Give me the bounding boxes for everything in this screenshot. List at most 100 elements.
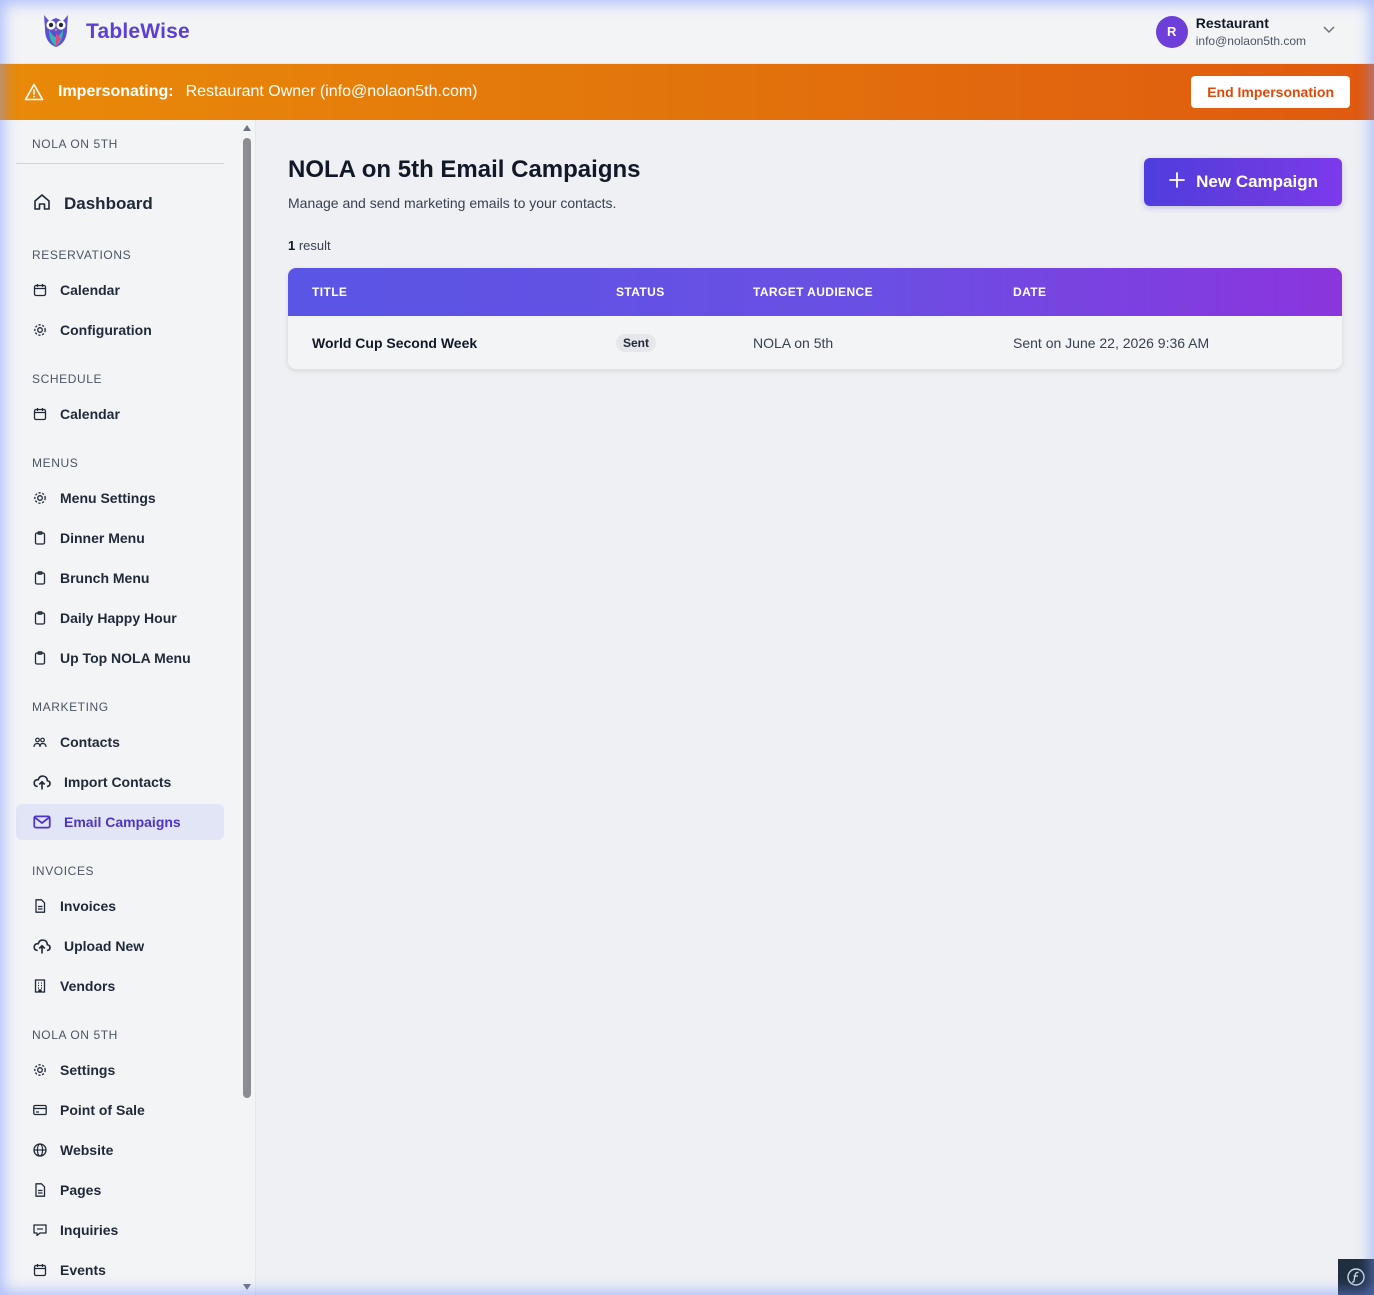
calendar-icon [32,1262,48,1278]
sidebar-item-label: Invoices [60,898,117,914]
campaigns-table: TITLE STATUS TARGET AUDIENCE DATE World … [288,268,1342,369]
sidebar-item-label: Configuration [60,322,152,338]
sidebar-item-vendors[interactable]: Vendors [16,968,224,1004]
clipboard-icon [32,570,48,586]
sidebar-item-dashboard[interactable]: Dashboard [16,184,224,224]
clipboard-icon [32,610,48,626]
brand[interactable]: TableWise [40,9,190,54]
building-icon [32,978,48,994]
sidebar-item-events[interactable]: Events [16,1252,224,1288]
end-impersonation-button[interactable]: End Impersonation [1191,76,1350,108]
sidebar-section-heading: INVOICES [32,864,95,878]
sidebar-item-email-campaigns[interactable]: Email Campaigns [16,804,224,840]
cloud-upload-icon [32,936,52,956]
sidebar-item-website[interactable]: Website [16,1132,224,1168]
sidebar-item-label: Website [60,1142,114,1158]
sidebar-item-label: Import Contacts [64,774,172,790]
page-subtitle: Manage and send marketing emails to your… [288,195,617,211]
avatar: R [1155,15,1188,48]
sidebar-item-label: Calendar [60,406,120,422]
gear-icon [32,1062,48,1078]
sidebar-item-pages[interactable]: Pages [16,1172,224,1208]
impersonation-banner: Impersonating: Restaurant Owner (info@no… [0,64,1374,120]
column-header-title[interactable]: TITLE [288,285,616,299]
scroll-down-arrow-icon[interactable] [243,1284,251,1290]
symfony-toolbar-icon[interactable] [1338,1259,1374,1295]
sidebar-item-calendar[interactable]: Calendar [16,396,224,432]
page-title: NOLA on 5th Email Campaigns [288,156,641,183]
sidebar: NOLA ON 5TH Dashboard RESERVATIONS Calend… [0,120,256,1295]
banner-label: Impersonating: [58,83,174,100]
table-header: TITLE STATUS TARGET AUDIENCE DATE [288,268,1342,316]
result-count: 1 result [288,238,331,253]
sidebar-item-menu-settings[interactable]: Menu Settings [16,480,224,516]
sidebar-item-label: Events [60,1262,106,1278]
gear-icon [32,322,48,338]
column-header-audience[interactable]: TARGET AUDIENCE [753,285,1013,299]
sidebar-item-label: Menu Settings [60,490,156,506]
sidebar-section-heading: SCHEDULE [32,372,103,386]
document-icon [32,898,48,914]
sidebar-section-heading: NOLA ON 5TH [32,1028,118,1042]
scroll-up-arrow-icon[interactable] [243,125,251,131]
scroll-thumb[interactable] [243,138,251,1098]
campaign-audience: NOLA on 5th [753,334,834,351]
clipboard-icon [32,530,48,546]
gear-icon [32,490,48,506]
home-icon [32,192,52,217]
sidebar-item-configuration[interactable]: Configuration [16,312,224,348]
sidebar-item-point-of-sale[interactable]: Point of Sale [16,1092,224,1128]
sidebar-section-heading: MENUS [32,456,79,470]
credit-card-icon [32,1102,48,1118]
chevron-down-icon[interactable] [1322,22,1336,41]
app-window: TableWise R Restaurant info@nolaon5th.co… [0,0,1374,1295]
sidebar-item-calendar[interactable]: Calendar [16,272,224,308]
new-campaign-label: New Campaign [1196,172,1318,191]
sidebar-item-label: Up Top NOLA Menu [60,650,191,666]
sidebar-item-brunch-menu[interactable]: Brunch Menu [16,560,224,596]
sidebar-scrollbar[interactable] [240,120,254,1295]
sidebar-item-invoices[interactable]: Invoices [16,888,224,924]
sidebar-item-dinner-menu[interactable]: Dinner Menu [16,520,224,556]
sidebar-item-import-contacts[interactable]: Import Contacts [16,764,224,800]
campaign-title[interactable]: World Cup Second Week [288,335,616,351]
top-header: TableWise R Restaurant info@nolaon5th.co… [0,0,1374,64]
sidebar-item-inquiries[interactable]: Inquiries [16,1212,224,1248]
envelope-icon [32,812,52,832]
new-campaign-button[interactable]: New Campaign [1144,158,1342,206]
status-badge: Sent [616,333,657,352]
sidebar-item-label: Dinner Menu [60,530,145,546]
sidebar-item-label: Pages [60,1182,102,1198]
sidebar-section-heading: RESERVATIONS [32,248,132,262]
warning-icon [24,83,44,101]
users-icon [32,734,48,750]
sidebar-section-heading: MARKETING [32,700,109,714]
sidebar-item-label: Vendors [60,978,116,994]
owl-logo-icon [40,9,72,54]
sidebar-item-label: Settings [60,1062,116,1078]
sidebar-item-up-top-nola-menu[interactable]: Up Top NOLA Menu [16,640,224,676]
plus-icon [1168,171,1186,194]
calendar-icon [32,406,48,422]
globe-icon [32,1142,48,1158]
result-count-label: result [295,238,331,253]
sidebar-item-label: Calendar [60,282,120,298]
sidebar-item-label: Upload New [64,938,145,954]
campaign-date: Sent on June 22, 2026 9:36 AM [1013,334,1210,351]
column-header-status[interactable]: STATUS [616,285,753,299]
sidebar-item-label: Email Campaigns [64,814,181,830]
sidebar-item-label: Contacts [60,734,120,750]
cloud-upload-icon [32,772,52,792]
sidebar-item-contacts[interactable]: Contacts [16,724,224,760]
sidebar-item-settings[interactable]: Settings [16,1052,224,1088]
sidebar-item-upload-new[interactable]: Upload New [16,928,224,964]
user-menu[interactable]: R Restaurant info@nolaon5th.com [1155,14,1336,50]
document-icon [32,1182,48,1198]
brand-name: TableWise [86,19,190,43]
banner-text: Restaurant Owner (info@nolaon5th.com) [185,83,478,100]
user-name: Restaurant [1195,14,1269,31]
column-header-date[interactable]: DATE [1013,285,1342,299]
sidebar-item-label: Point of Sale [60,1102,145,1118]
sidebar-item-daily-happy-hour[interactable]: Daily Happy Hour [16,600,224,636]
table-row[interactable]: World Cup Second Week Sent NOLA on 5th S… [288,316,1342,369]
